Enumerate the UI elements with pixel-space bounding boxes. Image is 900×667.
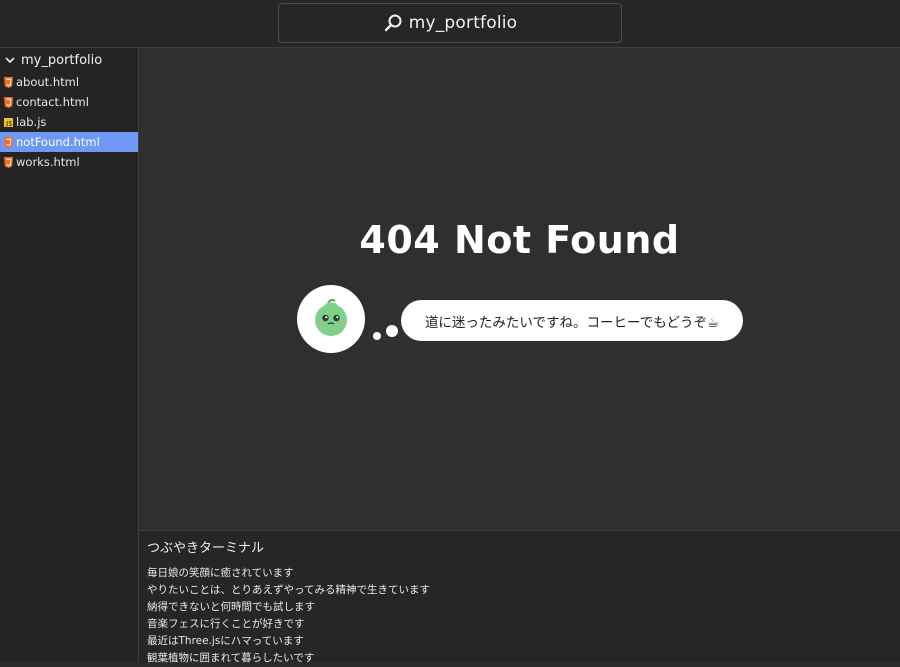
- file-label: contact.html: [16, 95, 89, 109]
- bubble-text: 道に迷ったみたいですね。コーヒーでもどうぞ☕: [424, 314, 720, 331]
- terminal-panel: つぶやきターミナル 毎日娘の笑顔に癒されています やりたいことは、とりあえずやっ…: [139, 530, 900, 664]
- html-file-icon: [4, 76, 13, 88]
- terminal-line: やりたいことは、とりあえずやってみる精神で生きています: [147, 584, 430, 596]
- folder-my-portfolio[interactable]: my_portfolio: [0, 48, 138, 72]
- js-file-icon: [4, 117, 13, 127]
- html-file-icon: [4, 156, 13, 168]
- terminal-line: 音楽フェスに行くことが好きです: [147, 618, 305, 630]
- search-icon: [384, 14, 402, 32]
- file-item-lab[interactable]: lab.js: [0, 112, 138, 132]
- terminal-line: 納得できないと何時間でも試します: [147, 601, 315, 613]
- file-explorer: my_portfolio about.html contact.html lab…: [0, 48, 139, 662]
- html-file-icon: [4, 136, 13, 148]
- editor-content: 404 Not Found 道に迷ったみたいですね。コーヒーでもどうぞ☕: [139, 48, 900, 530]
- terminal-title: つぶやきターミナル: [147, 541, 265, 556]
- terminal-line: 毎日娘の笑顔に癒されています: [147, 567, 294, 579]
- file-label: about.html: [16, 75, 80, 89]
- avatar: [297, 285, 365, 353]
- top-bar: my_portfolio: [0, 0, 900, 48]
- file-item-contact[interactable]: contact.html: [0, 92, 138, 112]
- thought-dot-large: [386, 325, 398, 337]
- page-title: 404 Not Found: [359, 218, 680, 262]
- html-file-icon: [4, 96, 13, 108]
- file-item-works[interactable]: works.html: [0, 152, 138, 172]
- chevron-down-icon: [5, 57, 15, 64]
- file-item-about[interactable]: about.html: [0, 72, 138, 92]
- file-label: notFound.html: [16, 135, 100, 149]
- file-label: lab.js: [16, 115, 47, 129]
- terminal-line: 観葉植物に囲まれて暮らしたいです: [147, 652, 315, 664]
- file-label: works.html: [16, 155, 80, 169]
- thought-dot-small: [373, 332, 381, 340]
- search-box[interactable]: my_portfolio: [278, 3, 622, 43]
- speech-bubble: 道に迷ったみたいですね。コーヒーでもどうぞ☕: [401, 300, 743, 341]
- file-item-notfound[interactable]: notFound.html: [0, 132, 138, 152]
- melon-character-icon: [315, 298, 347, 336]
- terminal-line: 最近はThree.jsにハマっています: [147, 635, 304, 647]
- search-text: my_portfolio: [408, 13, 518, 33]
- folder-label: my_portfolio: [21, 52, 103, 68]
